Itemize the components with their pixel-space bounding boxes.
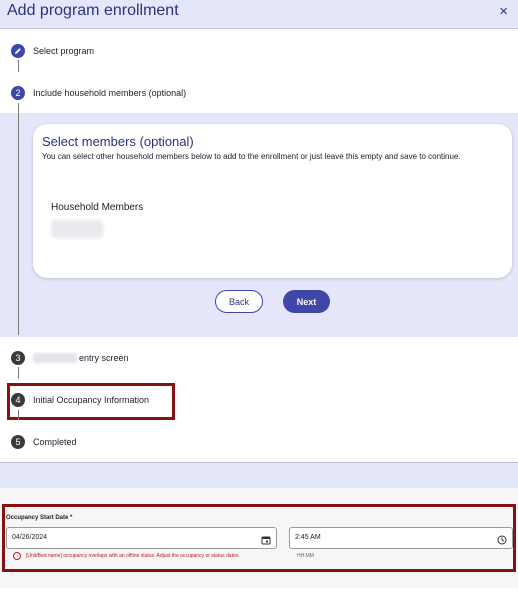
section-divider <box>0 462 518 489</box>
step-connector <box>18 367 19 379</box>
step-5[interactable]: 5 Completed <box>11 434 77 450</box>
dialog-title: Add program enrollment <box>7 2 179 19</box>
step-3-label-text: entry screen <box>79 352 129 363</box>
highlight-occupancy <box>2 504 516 572</box>
highlight-step-4 <box>7 383 175 420</box>
step-3[interactable]: 3 entry screen <box>11 350 129 366</box>
step-connector <box>18 410 19 420</box>
back-button[interactable]: Back <box>215 290 263 313</box>
next-button[interactable]: Next <box>283 290 330 313</box>
step-connector <box>18 103 19 335</box>
step-1[interactable]: Select program <box>11 43 94 59</box>
members-card-description: You can select other household members b… <box>42 152 461 161</box>
step-2-number: 2 <box>11 86 25 100</box>
step-3-number: 3 <box>11 351 25 365</box>
pencil-icon <box>11 44 25 58</box>
members-card-title: Select members (optional) <box>42 134 194 149</box>
step-1-label: Select program <box>33 46 95 56</box>
step-connector <box>18 60 19 72</box>
dialog-header: Add program enrollment × <box>0 0 518 29</box>
household-members-label: Household Members <box>51 202 144 213</box>
step-3-label: entry screen <box>33 353 129 364</box>
step-5-label: Completed <box>33 437 77 447</box>
redacted-text <box>33 353 77 364</box>
step-2[interactable]: 2 Include household members (optional) <box>11 85 186 101</box>
step-5-number: 5 <box>11 435 25 449</box>
members-card: Select members (optional) You can select… <box>33 124 512 278</box>
redacted-member[interactable] <box>51 220 103 238</box>
close-icon[interactable]: × <box>499 3 508 21</box>
step-2-label: Include household members (optional) <box>33 88 187 98</box>
